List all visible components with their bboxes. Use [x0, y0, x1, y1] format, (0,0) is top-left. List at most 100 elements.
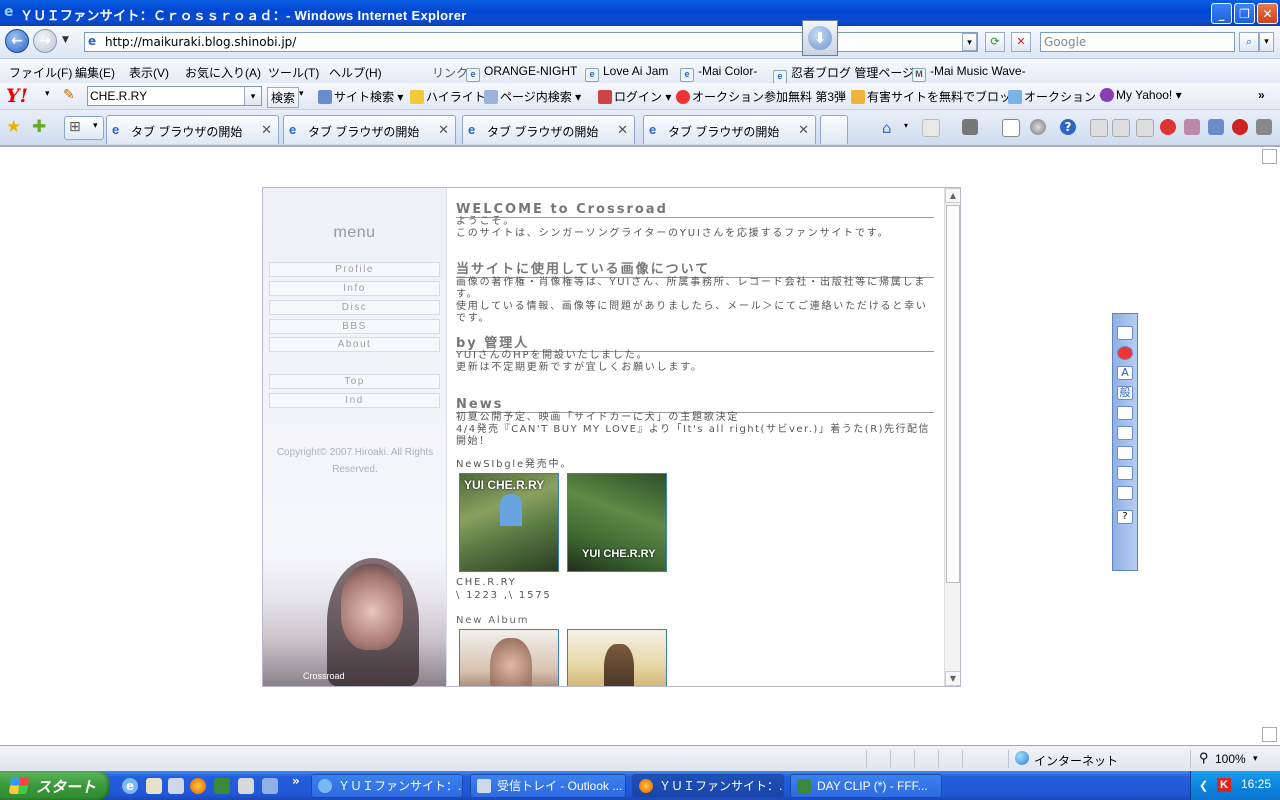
- quicklaunch-desktop-icon[interactable]: [146, 778, 162, 794]
- print-icon[interactable]: [962, 119, 978, 135]
- download-overlay-button[interactable]: ⬇: [802, 20, 838, 56]
- ime-tool-icon[interactable]: [1117, 446, 1133, 460]
- yahoo-logo[interactable]: Y!: [6, 85, 28, 107]
- toolbar-tool-icon[interactable]: [1208, 119, 1224, 135]
- block-harmful-sites-button[interactable]: 有害サイトを無料でブロック: [851, 88, 1023, 105]
- page-menu-icon[interactable]: [1002, 119, 1020, 137]
- ime-conversion-icon[interactable]: 般: [1117, 386, 1133, 400]
- tab-close-icon[interactable]: ✕: [798, 122, 809, 138]
- ime-tool-icon[interactable]: [1117, 486, 1133, 500]
- nav-about[interactable]: About: [269, 337, 440, 352]
- chevron-down-icon[interactable]: ▾: [244, 87, 261, 105]
- tab-close-icon[interactable]: ✕: [617, 122, 628, 138]
- task-outlook[interactable]: 受信トレイ - Outlook ...: [470, 774, 626, 798]
- page-search-button[interactable]: ページ内検索 ▾: [484, 88, 581, 105]
- nav-ind[interactable]: Ind: [269, 393, 440, 408]
- toolbar-overflow-icon[interactable]: »: [1258, 88, 1265, 102]
- security-zone[interactable]: インターネット: [1008, 750, 1184, 768]
- link-mai-color[interactable]: e -Mai Color-: [680, 64, 757, 82]
- quicklaunch-firefox-icon[interactable]: [190, 778, 206, 794]
- back-button[interactable]: ←: [5, 29, 29, 53]
- tab-close-icon[interactable]: ✕: [438, 122, 449, 138]
- address-dropdown-button[interactable]: ▾: [962, 33, 977, 51]
- search-input[interactable]: Google: [1040, 32, 1235, 52]
- site-search-button[interactable]: サイト検索 ▾: [318, 88, 403, 105]
- toolbar-tool-icon[interactable]: [1136, 119, 1154, 137]
- scroll-up-icon[interactable]: ▲: [945, 188, 960, 203]
- add-favorite-icon[interactable]: ✚: [32, 117, 46, 137]
- link-orange-night[interactable]: e ORANGE-NIGHT: [466, 64, 577, 82]
- chevron-down-icon[interactable]: ▾: [904, 121, 920, 137]
- feeds-icon[interactable]: [922, 119, 940, 137]
- scroll-down-icon[interactable]: ▼: [945, 671, 960, 686]
- address-input[interactable]: e http://maikuraki.blog.shinobi.jp/: [84, 32, 978, 52]
- yahoo-search-button[interactable]: 検索: [267, 87, 300, 108]
- search-options-button[interactable]: ▾: [1259, 32, 1274, 52]
- ime-tool-icon[interactable]: [1117, 406, 1133, 420]
- toolbar-tool-icon[interactable]: [1232, 119, 1248, 135]
- tab-2[interactable]: e タブ ブラウザの開始 ✕: [283, 115, 456, 144]
- task-ie-fansite[interactable]: ＹＵＩファンサイト：...: [311, 774, 463, 798]
- single-cover-2[interactable]: YUI CHE.R.RY: [567, 473, 667, 572]
- nav-profile[interactable]: Profile: [269, 262, 440, 277]
- link-mai-music-wave[interactable]: M -Mai Music Wave-: [912, 64, 1026, 82]
- menu-view[interactable]: 表示(V): [129, 64, 169, 81]
- scroll-thumb[interactable]: [946, 205, 960, 583]
- stop-button[interactable]: ✕: [1011, 32, 1031, 52]
- new-tab-button[interactable]: [820, 115, 848, 144]
- tray-expand-icon[interactable]: ❮: [1199, 779, 1208, 792]
- quicklaunch-app-icon[interactable]: [214, 778, 230, 794]
- pencil-icon[interactable]: ✎: [63, 87, 75, 103]
- tab-3[interactable]: e タブ ブラウザの開始 ✕: [462, 115, 635, 144]
- tab-close-icon[interactable]: ✕: [261, 122, 272, 138]
- ime-tool-icon[interactable]: [1117, 466, 1133, 480]
- single-cover-1[interactable]: YUI CHE.R.RY: [459, 473, 559, 572]
- ime-input-mode-icon[interactable]: A: [1117, 366, 1133, 380]
- quicklaunch-outlook-icon[interactable]: [168, 778, 184, 794]
- search-button[interactable]: ⌕: [1239, 32, 1259, 52]
- nav-top[interactable]: Top: [269, 374, 440, 389]
- power-icon[interactable]: [1160, 119, 1176, 135]
- menu-help[interactable]: ヘルプ(H): [329, 64, 382, 81]
- refresh-button[interactable]: ⟳: [985, 32, 1005, 52]
- history-dropdown-icon[interactable]: ▼: [62, 35, 69, 45]
- ime-language-bar[interactable]: A 般 ?: [1112, 313, 1138, 571]
- tab-1[interactable]: e タブ ブラウザの開始 ✕: [106, 115, 279, 144]
- yahoo-menu-dropdown-icon[interactable]: ▾: [45, 89, 50, 99]
- maximize-button[interactable]: ❐: [1234, 3, 1255, 24]
- login-button[interactable]: ログイン ▾: [598, 88, 671, 105]
- link-love-ai-jam[interactable]: e Love Ai Jam: [585, 64, 668, 82]
- my-yahoo-button[interactable]: My Yahoo! ▾: [1100, 88, 1182, 102]
- highlight-button[interactable]: ハイライト: [410, 88, 486, 105]
- gear-icon[interactable]: [1030, 119, 1046, 135]
- forward-button[interactable]: →: [33, 29, 57, 53]
- tab-4[interactable]: e タブ ブラウザの開始 ✕: [643, 115, 816, 144]
- quicklaunch-app-icon[interactable]: [238, 778, 254, 794]
- minimize-button[interactable]: _: [1211, 3, 1232, 24]
- task-firefox-fansite[interactable]: ＹＵＩファンサイト：...: [632, 774, 784, 798]
- close-button[interactable]: ✕: [1257, 3, 1278, 24]
- auction-button[interactable]: オークション ▾: [1008, 88, 1105, 105]
- task-dayclip[interactable]: DAY CLIP (*) - FFF...: [790, 774, 942, 798]
- tray-app-icon[interactable]: K: [1217, 778, 1231, 792]
- window-title-bar[interactable]: e ＹＵＩファンサイト：Ｃｒｏｓｓｒｏａｄ：- Windows Internet…: [0, 0, 1280, 26]
- quick-tabs-button[interactable]: ⊞ ▾: [64, 116, 104, 140]
- chevron-down-icon[interactable]: ▾: [299, 88, 304, 99]
- yahoo-search-input[interactable]: CHE.R.RY ▾: [87, 86, 262, 106]
- zoom-control[interactable]: ⚲ 100% ▾: [1190, 750, 1271, 768]
- nav-disc[interactable]: Disc: [269, 300, 440, 315]
- toolbar-tool-icon[interactable]: [1256, 119, 1272, 135]
- ime-keyboard-icon[interactable]: [1117, 326, 1133, 340]
- start-button[interactable]: スタート: [0, 771, 110, 800]
- ime-help-icon[interactable]: ?: [1117, 510, 1133, 524]
- favorites-star-icon[interactable]: ★: [6, 117, 21, 137]
- quicklaunch-overflow-icon[interactable]: »: [292, 774, 300, 788]
- album-cover-2[interactable]: [567, 629, 667, 686]
- clock[interactable]: 16:25: [1241, 777, 1271, 791]
- ime-tool-icon[interactable]: [1117, 426, 1133, 440]
- nav-info[interactable]: Info: [269, 281, 440, 296]
- toolbar-tool-icon[interactable]: [1184, 119, 1200, 135]
- toolbar-tool-icon[interactable]: [1112, 119, 1130, 137]
- nav-bbs[interactable]: BBS: [269, 319, 440, 334]
- auction-promo-button[interactable]: オークション参加無料 第3弾: [676, 88, 846, 105]
